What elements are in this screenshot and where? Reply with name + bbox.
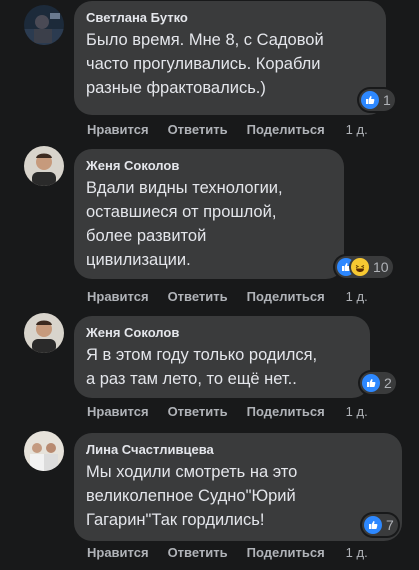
comment-author[interactable]: Женя Соколов	[86, 325, 358, 340]
reply-button[interactable]: Ответить	[168, 545, 228, 560]
comment-actions: Нравится Ответить Поделиться 1 д.	[87, 545, 368, 560]
comment-actions: Нравится Ответить Поделиться 1 д.	[87, 404, 368, 419]
avatar[interactable]	[24, 146, 64, 186]
avatar[interactable]	[24, 5, 64, 45]
haha-icon	[351, 258, 369, 276]
reactions-summary[interactable]: 1	[359, 89, 395, 111]
comment-text: Мы ходили смотреть на это великолепное С…	[86, 463, 298, 529]
like-button[interactable]: Нравится	[87, 122, 149, 137]
comment-timestamp[interactable]: 1 д.	[346, 545, 368, 560]
like-button[interactable]: Нравится	[87, 289, 149, 304]
reactions-count: 1	[383, 92, 391, 108]
comment-author[interactable]: Светлана Бутко	[86, 10, 374, 25]
comment-author[interactable]: Лина Счастливцева	[86, 442, 390, 457]
comment-text: Вдали видны технологии, оставшиеся от пр…	[86, 179, 283, 269]
share-button[interactable]: Поделиться	[247, 289, 325, 304]
comment-actions: Нравится Ответить Поделиться 1 д.	[87, 289, 368, 304]
share-button[interactable]: Поделиться	[247, 545, 325, 560]
reactions-count: 10	[373, 259, 389, 275]
like-icon	[364, 516, 382, 534]
comment-timestamp[interactable]: 1 д.	[346, 289, 368, 304]
comment-actions: Нравится Ответить Поделиться 1 д.	[87, 122, 368, 137]
comment-text: Было время. Мне 8, с Садовой часто прогу…	[86, 31, 324, 97]
reactions-count: 2	[384, 375, 392, 391]
comment-bubble: Женя Соколов Вдали видны технологии, ост…	[74, 149, 344, 279]
like-icon	[362, 374, 380, 392]
reactions-summary[interactable]: 2	[360, 372, 396, 394]
comment-timestamp[interactable]: 1 д.	[346, 122, 368, 137]
avatar[interactable]	[24, 313, 64, 353]
reply-button[interactable]: Ответить	[168, 122, 228, 137]
like-icon	[361, 91, 379, 109]
avatar[interactable]	[24, 431, 64, 471]
share-button[interactable]: Поделиться	[247, 404, 325, 419]
reply-button[interactable]: Ответить	[168, 404, 228, 419]
like-button[interactable]: Нравится	[87, 404, 149, 419]
comment-bubble: Лина Счастливцева Мы ходили смотреть на …	[74, 433, 402, 541]
share-button[interactable]: Поделиться	[247, 122, 325, 137]
reply-button[interactable]: Ответить	[168, 289, 228, 304]
comment-text: Я в этом году только родился, а раз там …	[86, 346, 318, 388]
comment-bubble: Женя Соколов Я в этом году только родилс…	[74, 316, 370, 398]
reactions-summary[interactable]: 10	[335, 256, 393, 278]
like-button[interactable]: Нравится	[87, 545, 149, 560]
comment-bubble: Светлана Бутко Было время. Мне 8, с Садо…	[74, 1, 386, 115]
reactions-summary[interactable]: 7	[362, 514, 398, 536]
reactions-count: 7	[386, 517, 394, 533]
comment-timestamp[interactable]: 1 д.	[346, 404, 368, 419]
comment-author[interactable]: Женя Соколов	[86, 158, 332, 173]
